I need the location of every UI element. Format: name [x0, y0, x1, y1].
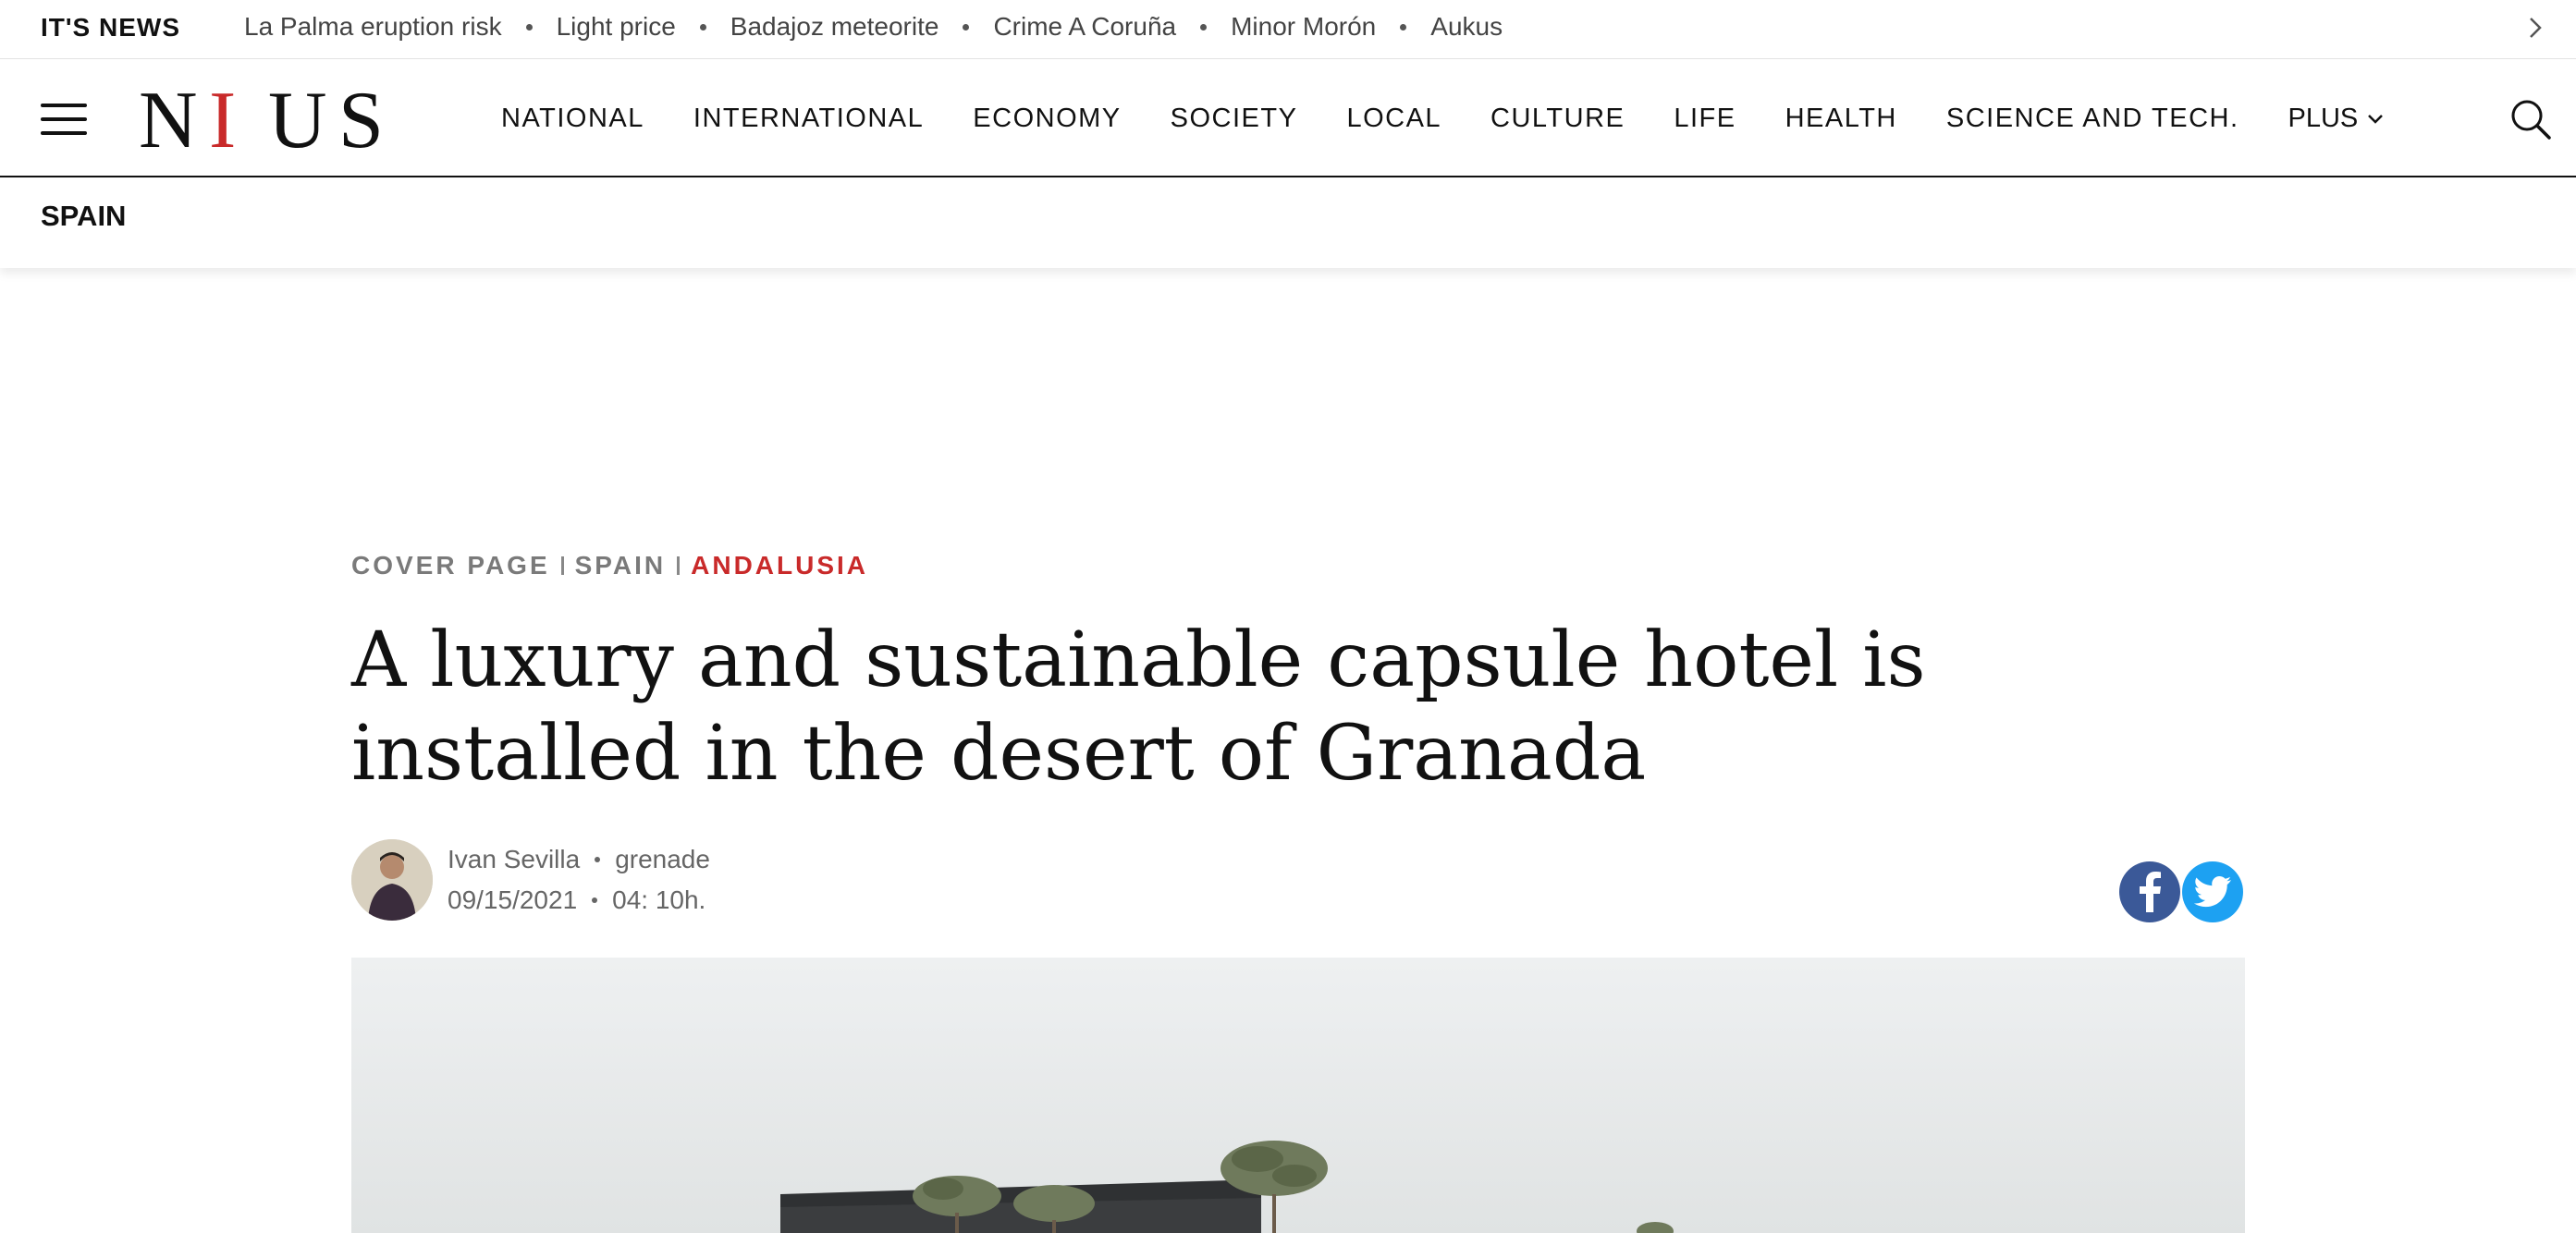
trending-item-minor[interactable]: Minor Morón [1231, 12, 1376, 42]
separator-dot [525, 23, 533, 31]
byline-author-row: Ivan Sevilla grenade [448, 845, 710, 874]
section-bar: SPAIN [0, 179, 2576, 268]
separator-dot [963, 23, 970, 31]
twitter-icon[interactable] [2182, 861, 2243, 922]
trending-label: IT'S NEWS [41, 13, 180, 42]
article-headline: A luxury and sustainable capsule hotel i… [351, 616, 1926, 798]
breadcrumb-separator [677, 556, 681, 575]
separator-dot [592, 897, 598, 903]
breadcrumb-separator [560, 556, 564, 575]
chevron-down-icon [2368, 114, 2384, 124]
breadcrumb-cover-page[interactable]: COVER PAGE [351, 551, 550, 580]
site-header: N I U S NATIONAL INTERNATIONAL ECONOMY S… [0, 59, 2576, 177]
nav-economy[interactable]: ECONOMY [973, 104, 1121, 134]
more-menu-button[interactable]: PLUS [2288, 104, 2386, 134]
hamburger-menu-icon[interactable] [41, 104, 87, 135]
article-hero-image [351, 958, 2245, 1233]
author-name[interactable]: Ivan Sevilla [448, 845, 580, 874]
breadcrumb-andalusia[interactable]: ANDALUSIA [691, 551, 868, 580]
nav-life[interactable]: LIFE [1674, 104, 1736, 134]
share-buttons [2119, 861, 2243, 922]
chevron-right-icon[interactable] [2519, 11, 2552, 44]
trending-item-aukus[interactable]: Aukus [1430, 12, 1503, 42]
publish-date: 09/15/2021 [448, 885, 578, 914]
trending-item-crime[interactable]: Crime A Coruña [993, 12, 1176, 42]
site-logo[interactable]: N I U S [139, 79, 409, 163]
breadcrumb-spain[interactable]: SPAIN [575, 551, 667, 580]
trending-item-meteorite[interactable]: Badajoz meteorite [730, 12, 939, 42]
nav-local[interactable]: LOCAL [1346, 104, 1441, 134]
trending-news-bar: IT'S NEWS La Palma eruption risk Light p… [0, 0, 2576, 59]
nav-national[interactable]: NATIONAL [501, 104, 644, 134]
logo-letter-accent: I [209, 76, 237, 165]
byline-date-row: 09/15/2021 04: 10h. [448, 885, 705, 915]
publish-time: 04: 10h. [612, 885, 706, 914]
author-avatar[interactable] [351, 839, 433, 921]
nav-society[interactable]: SOCIETY [1171, 104, 1298, 134]
logo-letter: U [268, 76, 327, 165]
nav-international[interactable]: INTERNATIONAL [693, 104, 924, 134]
breadcrumb: COVER PAGE SPAIN ANDALUSIA [351, 551, 868, 580]
logo-letter: N [139, 76, 198, 165]
nav-science-tech[interactable]: SCIENCE AND TECH. [1946, 104, 2239, 134]
search-icon[interactable] [2508, 96, 2554, 142]
separator-dot [1200, 23, 1208, 31]
logo-letter: S [338, 76, 384, 165]
nav-culture[interactable]: CULTURE [1490, 104, 1625, 134]
nav-health[interactable]: HEALTH [1785, 104, 1897, 134]
trending-item-light-price[interactable]: Light price [557, 12, 676, 42]
article-location: grenade [615, 845, 710, 873]
trending-list: La Palma eruption risk Light price Badaj… [244, 12, 1503, 42]
trending-item-la-palma[interactable]: La Palma eruption risk [244, 12, 502, 42]
facebook-icon[interactable] [2119, 861, 2180, 922]
more-menu-label: PLUS [2288, 104, 2359, 133]
main-navigation: NATIONAL INTERNATIONAL ECONOMY SOCIETY L… [501, 104, 2386, 134]
separator-dot [595, 857, 601, 862]
separator-dot [1400, 23, 1407, 31]
separator-dot [699, 23, 706, 31]
section-title[interactable]: SPAIN [41, 200, 126, 233]
